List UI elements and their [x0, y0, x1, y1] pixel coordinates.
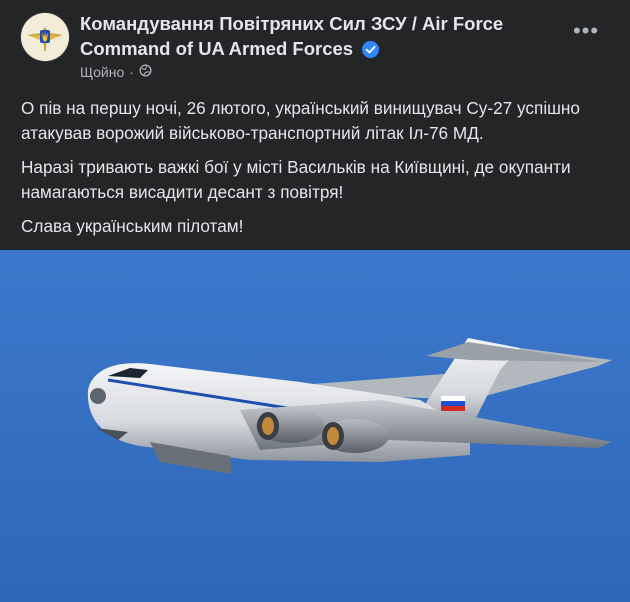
- page-name[interactable]: Командування Повітряних Сил ЗСУ / Air Fo…: [80, 11, 560, 64]
- il-76-aircraft-photo: [0, 250, 630, 602]
- more-options-button[interactable]: •••: [568, 20, 604, 46]
- post-photo[interactable]: [0, 250, 630, 602]
- post-timestamp[interactable]: Щойно: [80, 63, 124, 81]
- post-paragraph: О пів на першу ночі, 26 лютого, українсь…: [21, 98, 580, 143]
- post-header: Командування Повітряних Сил ЗСУ / Air Fo…: [0, 0, 630, 92]
- post-paragraph: Слава українським пілотам!: [21, 216, 244, 236]
- meta-separator: ·: [129, 64, 134, 80]
- page-avatar[interactable]: [21, 13, 69, 61]
- air-force-emblem-icon: [21, 13, 69, 61]
- globe-icon: [139, 63, 152, 81]
- page-name-text[interactable]: Командування Повітряних Сил ЗСУ / Air Fo…: [80, 13, 503, 59]
- post-meta: Щойно ·: [80, 63, 152, 81]
- post-text: О пів на першу ночі, 26 лютого, українсь…: [21, 96, 621, 248]
- verified-badge-icon: [362, 39, 380, 64]
- more-options-icon: •••: [572, 18, 600, 43]
- post-paragraph: Наразі тривають важкі бої у місті Василь…: [21, 157, 571, 202]
